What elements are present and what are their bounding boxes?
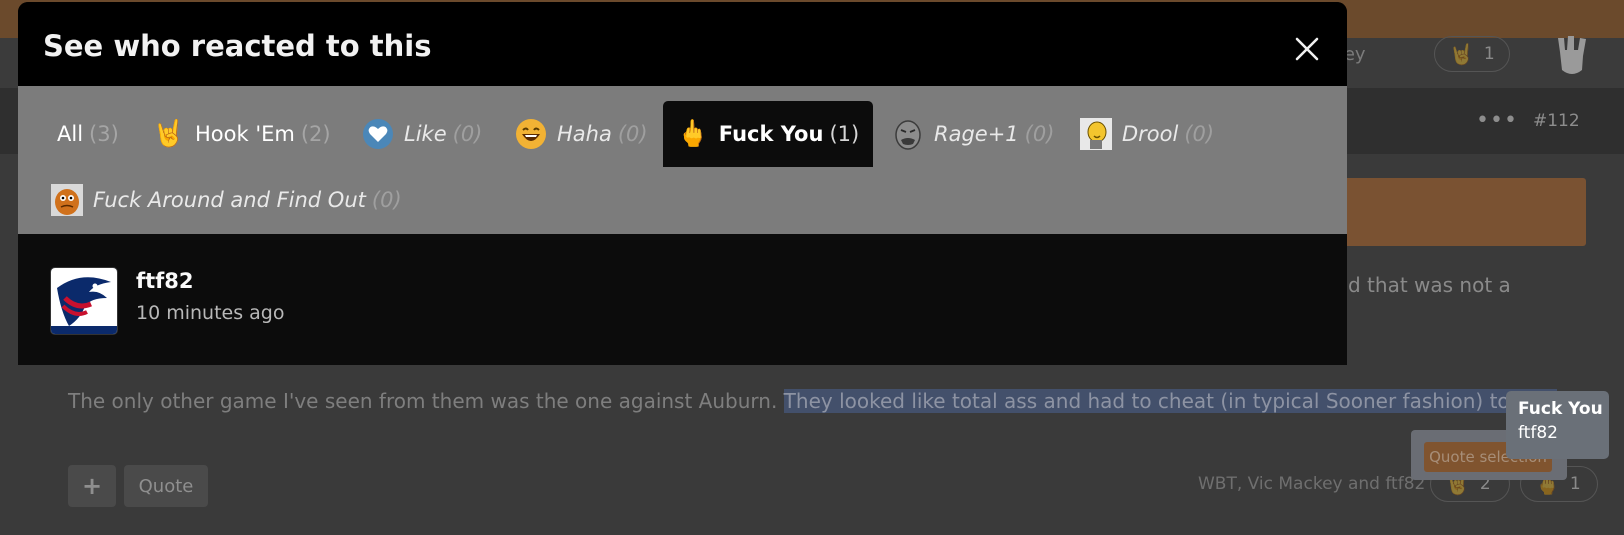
post-body-text: The only other game I've seen from them …	[68, 389, 784, 413]
post-number[interactable]: #112	[1533, 111, 1580, 131]
react-count: 1	[1483, 44, 1495, 64]
background-react-pill-top[interactable]: 🤘 1	[1434, 36, 1510, 72]
tab-label: Like	[404, 122, 447, 146]
tab-label: Rage+1	[934, 122, 1019, 146]
background-post-text: d that was not a	[1348, 273, 1511, 297]
tab-like[interactable]: Like (0)	[362, 101, 482, 167]
hook-em-horns-icon: 🤘	[1449, 42, 1474, 66]
add-button[interactable]: +	[68, 465, 116, 507]
reaction-tabs: All (3) 🤘 Hook 'Em (2) Like (0) Haha (0)…	[18, 86, 1347, 234]
avatar[interactable]	[50, 267, 118, 335]
tab-count: (0)	[1184, 122, 1215, 146]
tab-label: Hook 'Em	[195, 122, 295, 146]
background-user-avatar[interactable]	[1556, 34, 1594, 78]
close-icon	[1295, 37, 1319, 61]
post-body-line: The only other game I've seen from them …	[68, 389, 1557, 413]
laughing-face-icon	[515, 118, 547, 150]
heart-icon	[362, 118, 394, 150]
tab-count: (0)	[1024, 122, 1055, 146]
tab-count: (1)	[829, 122, 860, 146]
tab-rage-plus-one[interactable]: Rage+1 (0)	[892, 101, 1054, 167]
reactors-summary-link[interactable]: WBT, Vic Mackey and ftf82	[1198, 474, 1425, 494]
reactor-list: ftf82 10 minutes ago	[18, 234, 1347, 365]
tab-drool[interactable]: Drool (0)	[1080, 101, 1214, 167]
middle-finger-icon: 🖕	[676, 119, 709, 149]
tab-fafo[interactable]: Fuck Around and Find Out (0)	[51, 167, 402, 233]
tab-count: (3)	[89, 122, 119, 146]
tab-count: (2)	[300, 122, 331, 146]
hook-em-horns-icon: 🤘	[152, 119, 186, 149]
tab-fuck-you[interactable]: 🖕 Fuck You (1)	[663, 101, 873, 167]
selected-text: They looked like total ass and had to ch…	[783, 389, 1557, 413]
rage-face-icon	[892, 118, 924, 150]
close-button[interactable]	[1293, 35, 1321, 63]
hook-em-hand-icon	[1558, 36, 1586, 74]
gritty-mascot-icon	[51, 184, 83, 216]
react-count: 1	[1569, 474, 1581, 494]
tab-label: Fuck You	[718, 122, 824, 146]
quote-button[interactable]: Quote	[124, 465, 208, 507]
tab-count: (0)	[617, 122, 648, 146]
tab-label: Haha	[557, 122, 612, 146]
drool-icon	[1080, 118, 1112, 150]
tooltip-user: ftf82	[1518, 423, 1558, 443]
reaction-tooltip: Fuck You ftf82	[1506, 391, 1609, 459]
tab-haha[interactable]: Haha (0)	[515, 101, 648, 167]
tab-label: Fuck Around and Find Out	[93, 188, 366, 212]
reactor-username[interactable]: ftf82	[136, 269, 194, 293]
plus-icon: +	[81, 472, 103, 500]
reactions-modal: See who reacted to this All (3) 🤘 Hook '…	[18, 2, 1347, 365]
post-menu-icon[interactable]: •••	[1476, 108, 1518, 133]
modal-header: See who reacted to this	[18, 2, 1347, 86]
tab-label: All	[57, 122, 84, 146]
tab-hook-em[interactable]: 🤘 Hook 'Em (2)	[153, 101, 331, 167]
tab-label: Drool	[1122, 122, 1179, 146]
tab-all[interactable]: All (3)	[57, 101, 119, 167]
modal-title: See who reacted to this	[43, 29, 432, 63]
tooltip-title: Fuck You	[1518, 399, 1603, 419]
tab-count: (0)	[452, 122, 483, 146]
tab-count: (0)	[371, 188, 402, 212]
usa-rugby-eagle-logo-icon	[51, 268, 117, 334]
reaction-timestamp: 10 minutes ago	[136, 302, 285, 324]
